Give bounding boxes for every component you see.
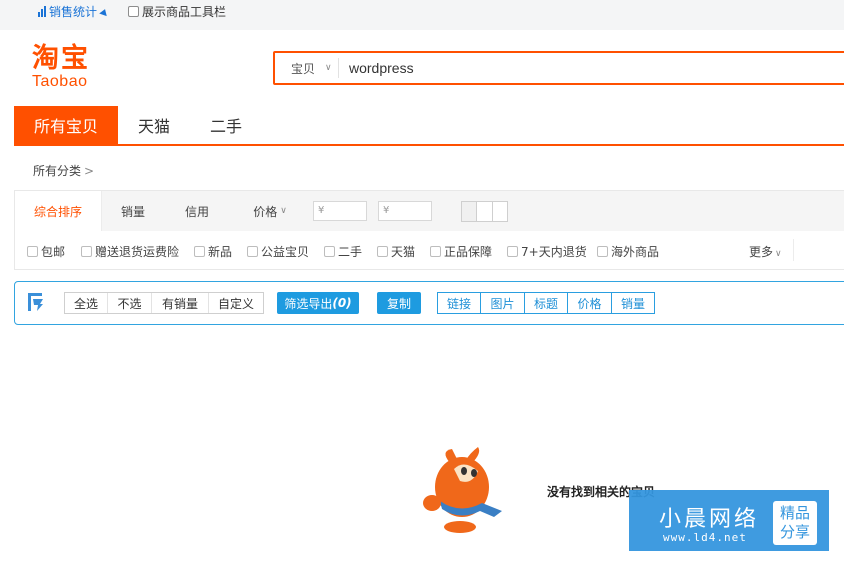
- option-label: 包邮: [41, 245, 66, 259]
- mascot-icon: [423, 447, 502, 533]
- option-label: 7+天内退货: [521, 245, 587, 259]
- sort-price[interactable]: 价格 ∨: [229, 191, 311, 231]
- price-max-input[interactable]: ¥: [378, 201, 432, 221]
- search-scope-label: 宝贝: [291, 61, 316, 76]
- option-label: 二手: [338, 245, 363, 259]
- select-with-sales-button[interactable]: 有销量: [151, 293, 208, 313]
- option-label: 赠送退货运费险: [95, 245, 180, 259]
- checkbox[interactable]: [507, 246, 518, 257]
- filter-panel: 综合排序 销量 信用 价格∨ ¥ - ¥ 包邮 赠送退货运费险 新品 公益宝贝 …: [14, 190, 844, 270]
- field-link-button[interactable]: 链接: [438, 293, 480, 313]
- option-label: 公益宝贝: [261, 245, 310, 259]
- badge-line1: 精品: [779, 504, 810, 522]
- checkbox[interactable]: [81, 246, 92, 257]
- checkbox[interactable]: [377, 246, 388, 257]
- option-label: 天猫: [391, 245, 416, 259]
- copy-button[interactable]: 复制: [377, 292, 421, 314]
- grid-view-icon[interactable]: [461, 201, 477, 222]
- chevron-down-icon: ∨: [325, 63, 332, 73]
- select-none-button[interactable]: 不选: [107, 293, 151, 313]
- logo-en: Taobao: [32, 73, 88, 90]
- sales-stat-label: 销售统计: [49, 5, 98, 19]
- bar-chart-icon: [38, 6, 46, 17]
- export-count: (0): [332, 296, 352, 310]
- field-sales-button[interactable]: 销量: [611, 293, 654, 313]
- option-free-shipping[interactable]: 包邮: [27, 243, 65, 260]
- checkbox[interactable]: [597, 246, 608, 257]
- breadcrumb[interactable]: 所有分类 >: [33, 162, 94, 179]
- list-view-icon[interactable]: [476, 201, 493, 222]
- sort-price-label: 价格: [253, 204, 278, 219]
- filter-export-button[interactable]: 筛选导出 (0): [277, 292, 359, 314]
- badge-line2: 分享: [779, 523, 810, 541]
- checkbox[interactable]: [27, 246, 38, 257]
- plugin-toolbar: 全选 不选 有销量 自定义 筛选导出 (0) 复制 链接 图片 标题 价格 销量: [14, 281, 844, 325]
- select-group: 全选 不选 有销量 自定义: [64, 292, 264, 314]
- search-tabs: 所有宝贝 天猫 二手: [14, 106, 844, 146]
- plugin-logo-icon: [28, 293, 43, 311]
- watermark-badge: 精品 分享: [773, 501, 817, 545]
- option-genuine[interactable]: 正品保障: [430, 243, 492, 260]
- tab-tmall[interactable]: 天猫: [118, 106, 190, 144]
- chevron-down-icon: ∨: [280, 206, 287, 216]
- search-box: 宝贝 ∨: [273, 51, 844, 85]
- checkbox[interactable]: [247, 246, 258, 257]
- select-all-button[interactable]: 全选: [65, 293, 107, 313]
- checkbox[interactable]: [324, 246, 335, 257]
- compact-view-icon[interactable]: [492, 201, 508, 222]
- option-7day-return[interactable]: 7+天内退货: [507, 243, 587, 260]
- taobao-logo[interactable]: 淘宝 Taobao: [32, 45, 112, 91]
- more-options-button[interactable]: 更多 ∨: [749, 243, 782, 260]
- field-price-button[interactable]: 价格: [567, 293, 611, 313]
- field-image-button[interactable]: 图片: [480, 293, 524, 313]
- option-charity[interactable]: 公益宝贝: [247, 243, 309, 260]
- tab-all[interactable]: 所有宝贝: [14, 106, 118, 144]
- chevron-down-icon: ∨: [775, 249, 782, 259]
- option-new[interactable]: 新品: [194, 243, 232, 260]
- chevron-right-icon: >: [84, 164, 95, 178]
- breadcrumb-label: 所有分类: [33, 164, 82, 178]
- top-bar: 销售统计 展示商品工具栏: [0, 0, 844, 30]
- option-return-insurance[interactable]: 赠送退货运费险: [81, 243, 179, 260]
- option-label: 正品保障: [444, 245, 493, 259]
- options-row: 包邮 赠送退货运费险 新品 公益宝贝 二手 天猫 正品保障 7+天内退货 海外商…: [15, 231, 844, 269]
- price-min-input[interactable]: ¥: [313, 201, 367, 221]
- checkbox[interactable]: [430, 246, 441, 257]
- search-input[interactable]: [343, 56, 835, 80]
- option-overseas[interactable]: 海外商品: [597, 243, 659, 260]
- sort-credit[interactable]: 信用: [165, 191, 229, 231]
- more-label: 更多: [749, 245, 774, 259]
- watermark-url: www.ld4.net: [663, 531, 747, 544]
- sort-default[interactable]: 综合排序: [15, 191, 102, 231]
- option-tmall[interactable]: 天猫: [377, 243, 415, 260]
- view-toggle[interactable]: [461, 201, 523, 222]
- option-label: 新品: [208, 245, 233, 259]
- sales-stat-menu[interactable]: 销售统计: [38, 3, 109, 20]
- field-title-button[interactable]: 标题: [524, 293, 567, 313]
- sort-row: 综合排序 销量 信用 价格∨ ¥ - ¥: [15, 191, 844, 232]
- divider: [793, 239, 794, 261]
- option-label: 海外商品: [611, 245, 660, 259]
- caret-icon: [99, 7, 109, 16]
- logo-cn: 淘宝: [32, 43, 90, 74]
- field-group: 链接 图片 标题 价格 销量: [437, 292, 655, 314]
- search-scope-select[interactable]: 宝贝 ∨: [281, 58, 339, 78]
- show-toolbar-label: 展示商品工具栏: [142, 5, 227, 19]
- show-toolbar-toggle[interactable]: 展示商品工具栏: [128, 3, 226, 20]
- tab-secondhand[interactable]: 二手: [190, 106, 262, 144]
- checkbox[interactable]: [194, 246, 205, 257]
- option-secondhand[interactable]: 二手: [324, 243, 362, 260]
- show-toolbar-checkbox[interactable]: [128, 6, 139, 17]
- watermark: 小晨网络 www.ld4.net 精品 分享: [629, 490, 829, 551]
- sort-sales[interactable]: 销量: [101, 191, 165, 231]
- export-label: 筛选导出: [284, 296, 333, 311]
- watermark-name: 小晨网络: [659, 507, 760, 532]
- select-custom-button[interactable]: 自定义: [208, 293, 263, 313]
